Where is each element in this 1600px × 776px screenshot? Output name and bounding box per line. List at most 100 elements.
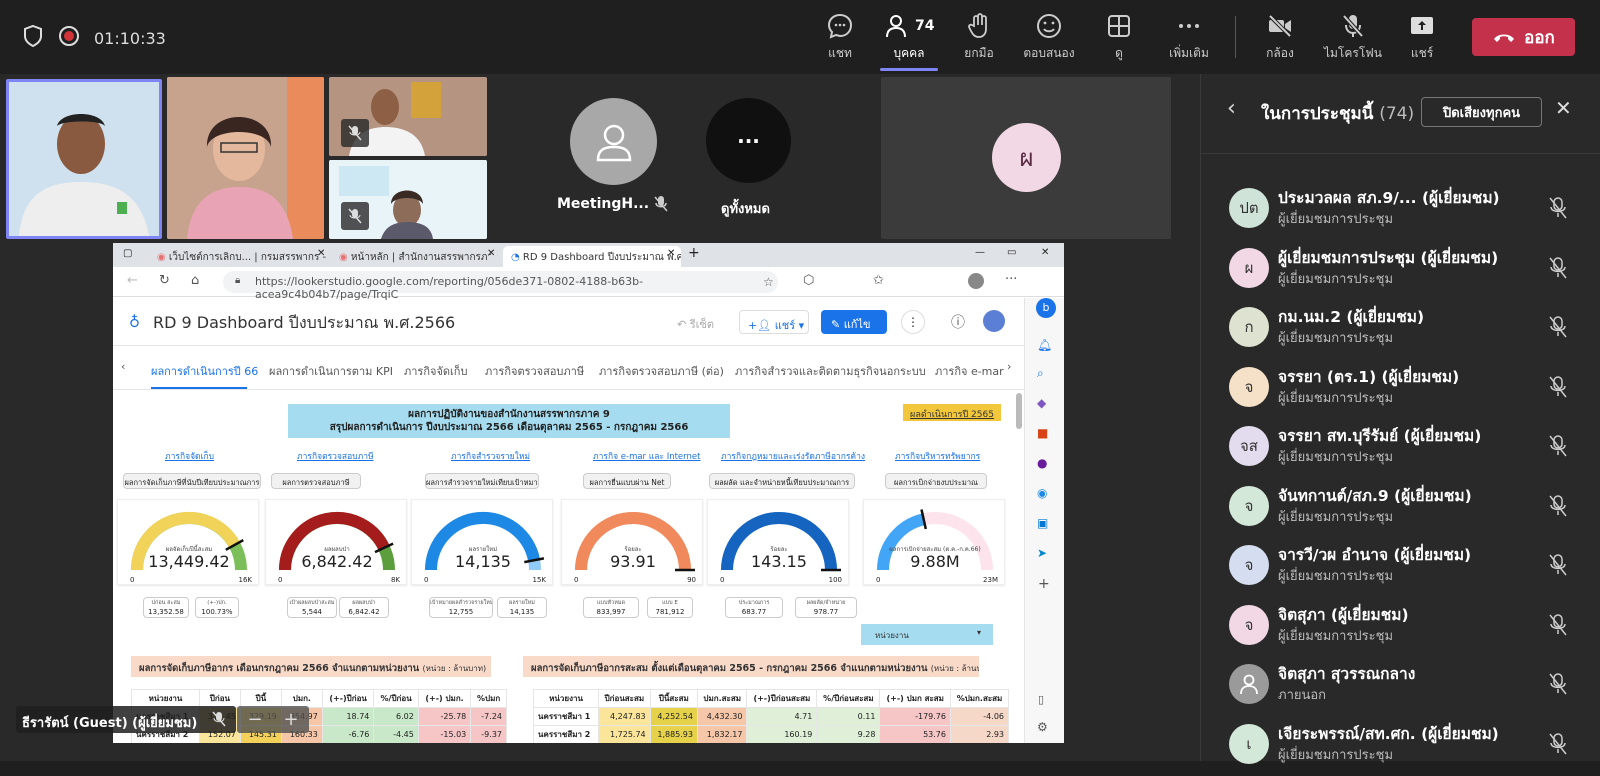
page-tab-6[interactable]: ภารกิจสำรวจและติดตามธุรกิจนอกระบบ xyxy=(735,362,926,380)
participant-row[interactable]: เ เจียระพรรณ์/สท.ศก. (ผู้เยี่ยมชม) ผู้เย… xyxy=(1201,716,1600,776)
video-tile-participant-3[interactable] xyxy=(329,77,487,156)
tab-actions-icon[interactable]: ▢ xyxy=(123,248,132,259)
people-button[interactable]: 74 บุคคล xyxy=(874,10,944,66)
browser-tab-3[interactable]: ◔ RD 9 Dashboard ปีงบประมาณ พ.ศ.2566 xyxy=(503,246,681,267)
participant-row[interactable]: จ จารวี/วผ อำนาจ (ผู้เยี่ยมชม) ผู้เยี่ยม… xyxy=(1201,537,1600,597)
send-icon[interactable]: ➤ xyxy=(1037,546,1047,560)
close-icon[interactable]: ✕ xyxy=(1555,96,1572,120)
category-button-2[interactable]: ผลการตรวจสอบภาษี xyxy=(271,473,361,489)
chevron-right-icon[interactable]: › xyxy=(1007,360,1011,373)
participant-row[interactable]: จ จันทกานต์/สภ.9 (ผู้เยี่ยมชม) ผู้เยี่ยม… xyxy=(1201,478,1600,538)
panel-toggle-icon[interactable]: ▯ xyxy=(1038,693,1044,706)
reset-button[interactable]: ↶ รีเซ็ต xyxy=(677,315,714,333)
mic-off-icon[interactable] xyxy=(1548,613,1568,636)
toolbox-icon[interactable]: ■ xyxy=(1037,426,1048,440)
share-button[interactable]: แชร์ xyxy=(1387,10,1457,66)
browser-tab-1[interactable]: ◉ เว็บไซต์การเลิกบ... | กรมสรรพากร - Ti xyxy=(149,246,327,267)
back-icon[interactable]: ← xyxy=(127,273,138,288)
add-icon[interactable]: + xyxy=(1038,576,1050,592)
category-button-1[interactable]: ผลการจัดเก็บภาษีที่นับปีเทียบประมาณการ xyxy=(123,473,261,489)
raise-hand-button[interactable]: ยกมือ xyxy=(944,10,1014,66)
apps-icon[interactable]: ◉ xyxy=(1037,486,1047,500)
gear-icon[interactable]: ⚙ xyxy=(1037,720,1048,734)
mute-all-button[interactable]: ปิดเสียงทุกคน xyxy=(1421,97,1542,127)
table-row[interactable]: นครราชสีมา 1 4,247.83 4,252.54 4,432.30 4.71… xyxy=(532,707,1010,726)
scrollbar[interactable] xyxy=(1016,393,1022,429)
react-button[interactable]: ตอบสนอง xyxy=(1014,10,1084,66)
share-report-button[interactable]: +👤︎ แชร์ ▾ xyxy=(739,310,809,334)
page-tab-2[interactable]: ผลการดำเนินการตาม KPI xyxy=(269,362,393,380)
close-icon[interactable]: ✕ xyxy=(487,248,495,259)
category-link-1[interactable]: ภารกิจจัดเก็บ xyxy=(165,449,214,463)
bell-icon[interactable]: 🔔︎ xyxy=(1037,338,1052,352)
more-options-icon[interactable]: ⋮ xyxy=(901,310,925,334)
mic-off-icon[interactable] xyxy=(1548,375,1568,398)
category-button-4[interactable]: ผลการยื่นแบบผ่าน Net xyxy=(583,473,671,489)
mic-button[interactable]: ไมโครโฟน xyxy=(1318,10,1388,66)
minimize-icon[interactable]: — xyxy=(975,247,985,258)
unit-dropdown[interactable]: หน่วยงาน ▾ xyxy=(861,624,993,645)
tag-icon[interactable]: ◆ xyxy=(1037,396,1046,410)
category-button-5[interactable]: ผลผลัด และจำหน่ายหนี้เทียบประมาณการ xyxy=(709,473,855,489)
chevron-left-icon[interactable]: ‹ xyxy=(1227,96,1236,121)
more-button[interactable]: เพิ่มเติม xyxy=(1154,10,1224,66)
video-tile-participant-4[interactable] xyxy=(329,160,487,239)
mic-off-icon[interactable] xyxy=(1548,197,1568,219)
video-tile-avatar[interactable]: ผ xyxy=(881,77,1171,239)
view-button[interactable]: ดู xyxy=(1084,10,1154,66)
participant-row[interactable]: ผ ผู้เยี่ยมชมการประชุม (ผู้เยี่ยมชม) ผู้… xyxy=(1201,240,1600,300)
participant-row[interactable]: จิตสุภา สุวรรณกลาง ภายนอก xyxy=(1201,656,1600,716)
mic-off-icon[interactable] xyxy=(1548,673,1568,695)
new-tab-icon[interactable]: + xyxy=(688,245,700,261)
chevron-left-icon[interactable]: ‹ xyxy=(121,360,125,373)
favorite-icon[interactable]: ☆ xyxy=(763,275,774,289)
category-link-4[interactable]: ภารกิจ e-mar และ Internet xyxy=(593,449,700,463)
zoom-in-icon[interactable]: + xyxy=(283,709,298,730)
page-tab-7[interactable]: ภารกิจ e-mar xyxy=(935,362,1004,380)
home-icon[interactable]: ⌂ xyxy=(191,273,199,288)
profile-icon[interactable] xyxy=(968,273,984,289)
page-tab-5[interactable]: ภารกิจตรวจสอบภาษี (ต่อ) xyxy=(599,362,724,380)
mic-off-icon[interactable] xyxy=(1548,732,1568,755)
category-button-6[interactable]: ผลการเบิกจ่ายงบประมาณ xyxy=(885,473,987,489)
category-link-2[interactable]: ภารกิจตรวจสอบภาษี xyxy=(297,449,374,463)
mic-off-icon[interactable] xyxy=(1548,316,1568,338)
participant-row[interactable]: จ จรรยา (ตร.1) (ผู้เยี่ยมชม) ผู้เยี่ยมชม… xyxy=(1201,359,1600,419)
page-tab-4[interactable]: ภารกิจตรวจสอบภาษี xyxy=(485,362,584,380)
leave-button[interactable]: ออก xyxy=(1472,18,1575,56)
year-2565-button[interactable]: ผลดำเนินการปี 2565 xyxy=(903,404,1001,421)
page-tab-3[interactable]: ภารกิจจัดเก็บ xyxy=(404,362,467,380)
close-window-icon[interactable]: ✕ xyxy=(1041,247,1049,258)
page-tab-1[interactable]: ผลการดำเนินการปี 66 xyxy=(151,362,258,380)
edit-report-button[interactable]: ✎ แก้ไข xyxy=(821,310,887,334)
camera-button[interactable]: กล้อง xyxy=(1245,10,1315,66)
help-icon[interactable]: ⓘ xyxy=(951,312,965,332)
video-tile-participant-2[interactable] xyxy=(167,77,324,239)
category-link-5[interactable]: ภารกิจกฎหมายและเร่งรัดภาษีอากรค้าง xyxy=(721,449,865,463)
close-icon[interactable]: ✕ xyxy=(667,248,675,259)
participant-row[interactable]: จส จรรยา สท.บุรีรัมย์ (ผู้เยี่ยมชม) ผู้เ… xyxy=(1201,418,1600,478)
search-icon[interactable]: ⌕ xyxy=(1037,366,1044,381)
browser-tab-2[interactable]: ◉ หน้าหลัก | สำนักงานสรรพากรภาค 9 - xyxy=(331,246,491,267)
mic-off-icon[interactable] xyxy=(1548,256,1568,279)
video-tile-speaker[interactable] xyxy=(6,79,162,239)
view-all-tile[interactable]: ··· ดูทั้งหมด xyxy=(705,92,805,227)
zoom-out-icon[interactable]: − xyxy=(247,709,262,730)
table-row[interactable]: นครราชสีมา 2 1,725.74 1,885.93 1,832.17 160.… xyxy=(532,725,1010,743)
maximize-icon[interactable]: ▭ xyxy=(1007,247,1016,258)
mic-off-icon[interactable] xyxy=(1548,554,1568,576)
shared-screen[interactable]: ▢ ◉ เว็บไซต์การเลิกบ... | กรมสรรพากร - T… xyxy=(113,243,1064,743)
menu-icon[interactable]: ··· xyxy=(1005,272,1017,287)
participant-row[interactable]: ก กม.นม.2 (ผู้เยี่ยมชม) ผู้เยี่ยมชมการปร… xyxy=(1201,299,1600,359)
participant-row[interactable]: ปต ประมวลผล สภ.9/... (ผู้เยี่ยมชม) ผู้เย… xyxy=(1201,180,1600,240)
category-link-6[interactable]: ภารกิจบริหารทรัพยากร xyxy=(895,449,980,463)
user-avatar[interactable] xyxy=(983,310,1005,332)
refresh-icon[interactable]: ↻ xyxy=(159,273,170,288)
url-input[interactable]: https://lookerstudio.google.com/reportin… xyxy=(223,271,778,301)
category-button-3[interactable]: ผลการสำรวจรายใหม่เทียบเป้าหมาย xyxy=(425,473,539,489)
favorites-icon[interactable]: ✩ xyxy=(873,273,884,288)
video-tile-meeting-host[interactable]: MeetingH... xyxy=(545,92,695,227)
mic-off-icon[interactable] xyxy=(1548,494,1568,517)
mic-off-icon[interactable] xyxy=(1548,435,1568,457)
extensions-icon[interactable]: ⬡ xyxy=(803,273,814,288)
